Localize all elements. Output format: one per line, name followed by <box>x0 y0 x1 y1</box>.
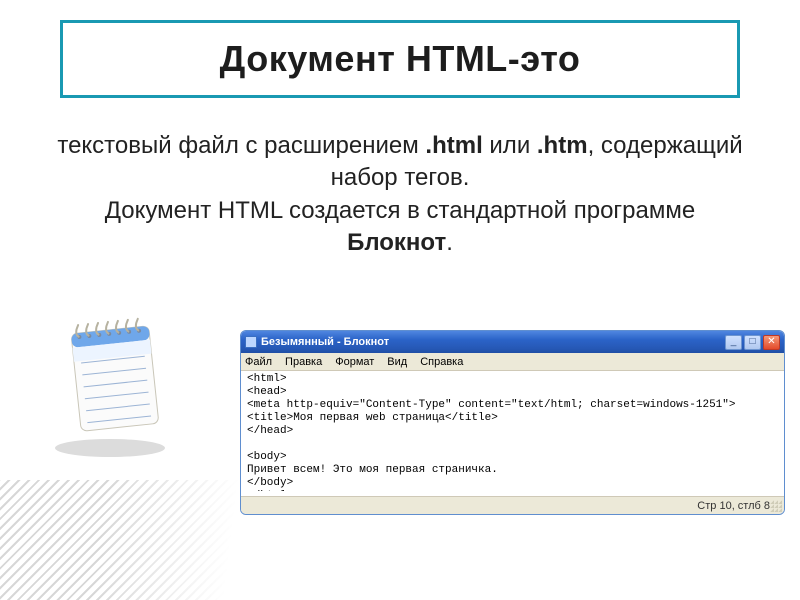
decorative-wedge <box>0 480 340 600</box>
cursor-position: Стр 10, стлб 8 <box>697 500 770 512</box>
window-controls: _ □ ✕ <box>725 335 780 350</box>
menu-view[interactable]: Вид <box>387 356 407 368</box>
paragraph-1: текстовый файл с расширением .html или .… <box>50 130 750 195</box>
slide-title: Документ HTML-это <box>220 38 581 80</box>
paragraph-2: Документ HTML создается в стандартной пр… <box>50 195 750 260</box>
title-box: Документ HTML-это <box>60 20 740 98</box>
menu-help[interactable]: Справка <box>420 356 463 368</box>
menu-file[interactable]: Файл <box>245 356 272 368</box>
close-button[interactable]: ✕ <box>763 335 780 350</box>
notepad-title: Безымянный - Блокнот <box>245 336 389 348</box>
notepad-app-icon <box>35 300 185 460</box>
menu-format[interactable]: Формат <box>335 356 374 368</box>
notepad-menubar: Файл Правка Формат Вид Справка <box>241 353 784 371</box>
body-text: текстовый файл с расширением .html или .… <box>50 130 750 260</box>
notepad-text-area[interactable]: <html> <head> <meta http-equiv="Content-… <box>241 371 784 491</box>
minimize-button[interactable]: _ <box>725 335 742 350</box>
notepad-file-icon <box>245 336 257 348</box>
maximize-button[interactable]: □ <box>744 335 761 350</box>
notepad-titlebar: Безымянный - Блокнот _ □ ✕ <box>241 331 784 353</box>
menu-edit[interactable]: Правка <box>285 356 322 368</box>
